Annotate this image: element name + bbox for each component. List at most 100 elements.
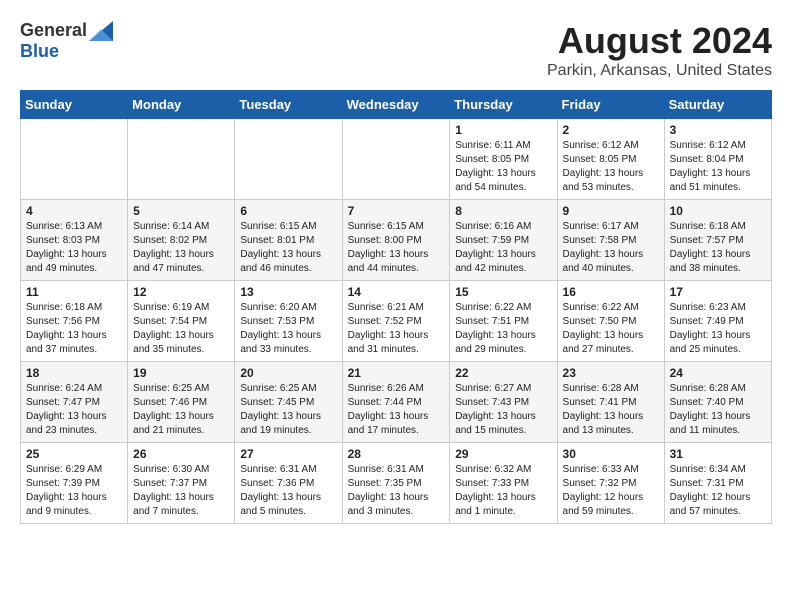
day-number: 9 [563, 204, 659, 218]
page-header: General Blue August 2024 Parkin, Arkansa… [20, 20, 772, 80]
day-number: 4 [26, 204, 122, 218]
calendar-cell: 19 Sunrise: 6:25 AMSunset: 7:46 PMDayligh… [128, 362, 235, 443]
day-info: Sunrise: 6:18 AMSunset: 7:57 PMDaylight:… [670, 220, 766, 276]
day-info: Sunrise: 6:22 AMSunset: 7:50 PMDaylight:… [563, 301, 659, 357]
weekday-header-monday: Monday [128, 91, 235, 119]
day-info: Sunrise: 6:28 AMSunset: 7:40 PMDaylight:… [670, 382, 766, 438]
day-number: 20 [240, 366, 336, 380]
day-info: Sunrise: 6:15 AMSunset: 8:01 PMDaylight:… [240, 220, 336, 276]
calendar-cell: 13 Sunrise: 6:20 AMSunset: 7:53 PMDayligh… [235, 281, 342, 362]
day-info: Sunrise: 6:25 AMSunset: 7:46 PMDaylight:… [133, 382, 229, 438]
day-number: 16 [563, 285, 659, 299]
day-number: 3 [670, 123, 766, 137]
day-number: 6 [240, 204, 336, 218]
day-info: Sunrise: 6:11 AMSunset: 8:05 PMDaylight:… [455, 139, 551, 195]
day-number: 11 [26, 285, 122, 299]
calendar-cell: 28Sunrise: 6:31 AMSunset: 7:35 PMDayligh… [342, 443, 450, 524]
calendar-cell: 24Sunrise: 6:28 AMSunset: 7:40 PMDayligh… [664, 362, 771, 443]
day-number: 27 [240, 447, 336, 461]
day-info: Sunrise: 6:12 AMSunset: 8:04 PMDaylight:… [670, 139, 766, 195]
calendar-cell: 31 Sunrise: 6:34 AMSunset: 7:31 PMDayligh… [664, 443, 771, 524]
location-subtitle: Parkin, Arkansas, United States [547, 62, 772, 80]
day-number: 19 [133, 366, 229, 380]
day-number: 8 [455, 204, 551, 218]
day-info: Sunrise: 6:32 AMSunset: 7:33 PMDaylight:… [455, 463, 551, 519]
calendar-cell: 27 Sunrise: 6:31 AMSunset: 7:36 PMDayligh… [235, 443, 342, 524]
day-number: 18 [26, 366, 122, 380]
calendar-cell: 17 Sunrise: 6:23 AMSunset: 7:49 PMDayligh… [664, 281, 771, 362]
day-number: 26 [133, 447, 229, 461]
calendar-cell: 14Sunrise: 6:21 AMSunset: 7:52 PMDayligh… [342, 281, 450, 362]
calendar-cell: 26 Sunrise: 6:30 AMSunset: 7:37 PMDayligh… [128, 443, 235, 524]
day-info: Sunrise: 6:24 AMSunset: 7:47 PMDaylight:… [26, 382, 122, 438]
day-info: Sunrise: 6:31 AMSunset: 7:36 PMDaylight:… [240, 463, 336, 519]
day-info: Sunrise: 6:22 AMSunset: 7:51 PMDaylight:… [455, 301, 551, 357]
day-number: 17 [670, 285, 766, 299]
day-info: Sunrise: 6:30 AMSunset: 7:37 PMDaylight:… [133, 463, 229, 519]
day-info: Sunrise: 6:33 AMSunset: 7:32 PMDaylight:… [563, 463, 659, 519]
calendar-cell: 20 Sunrise: 6:25 AMSunset: 7:45 PMDayligh… [235, 362, 342, 443]
day-number: 31 [670, 447, 766, 461]
calendar-week-row: 25 Sunrise: 6:29 AMSunset: 7:39 PMDayligh… [21, 443, 772, 524]
day-number: 1 [455, 123, 551, 137]
calendar-cell: 23 Sunrise: 6:28 AMSunset: 7:41 PMDayligh… [557, 362, 664, 443]
day-info: Sunrise: 6:17 AMSunset: 7:58 PMDaylight:… [563, 220, 659, 276]
day-number: 21 [348, 366, 445, 380]
day-number: 10 [670, 204, 766, 218]
day-number: 29 [455, 447, 551, 461]
calendar-cell: 4 Sunrise: 6:13 AMSunset: 8:03 PMDaylight… [21, 200, 128, 281]
calendar-cell: 9 Sunrise: 6:17 AMSunset: 7:58 PMDaylight… [557, 200, 664, 281]
calendar-week-row: 18 Sunrise: 6:24 AMSunset: 7:47 PMDayligh… [21, 362, 772, 443]
calendar-cell: 7Sunrise: 6:15 AMSunset: 8:00 PMDaylight… [342, 200, 450, 281]
logo-icon [89, 21, 113, 41]
day-number: 25 [26, 447, 122, 461]
day-info: Sunrise: 6:23 AMSunset: 7:49 PMDaylight:… [670, 301, 766, 357]
weekday-header-row: SundayMondayTuesdayWednesdayThursdayFrid… [21, 91, 772, 119]
title-area: August 2024 Parkin, Arkansas, United Sta… [547, 20, 772, 80]
day-number: 7 [348, 204, 445, 218]
calendar-cell [342, 119, 450, 200]
calendar-table: SundayMondayTuesdayWednesdayThursdayFrid… [20, 90, 772, 524]
day-info: Sunrise: 6:12 AMSunset: 8:05 PMDaylight:… [563, 139, 659, 195]
day-number: 14 [348, 285, 445, 299]
calendar-week-row: 11Sunrise: 6:18 AMSunset: 7:56 PMDayligh… [21, 281, 772, 362]
day-info: Sunrise: 6:34 AMSunset: 7:31 PMDaylight:… [670, 463, 766, 519]
calendar-week-row: 1 Sunrise: 6:11 AMSunset: 8:05 PMDaylight… [21, 119, 772, 200]
day-number: 5 [133, 204, 229, 218]
day-number: 22 [455, 366, 551, 380]
calendar-cell: 10 Sunrise: 6:18 AMSunset: 7:57 PMDayligh… [664, 200, 771, 281]
day-info: Sunrise: 6:25 AMSunset: 7:45 PMDaylight:… [240, 382, 336, 438]
weekday-header-tuesday: Tuesday [235, 91, 342, 119]
logo: General Blue [20, 20, 113, 62]
day-info: Sunrise: 6:16 AMSunset: 7:59 PMDaylight:… [455, 220, 551, 276]
calendar-cell: 8 Sunrise: 6:16 AMSunset: 7:59 PMDaylight… [450, 200, 557, 281]
calendar-cell: 11Sunrise: 6:18 AMSunset: 7:56 PMDayligh… [21, 281, 128, 362]
day-number: 23 [563, 366, 659, 380]
calendar-cell [235, 119, 342, 200]
day-number: 15 [455, 285, 551, 299]
day-info: Sunrise: 6:19 AMSunset: 7:54 PMDaylight:… [133, 301, 229, 357]
weekday-header-wednesday: Wednesday [342, 91, 450, 119]
day-info: Sunrise: 6:29 AMSunset: 7:39 PMDaylight:… [26, 463, 122, 519]
calendar-cell: 12Sunrise: 6:19 AMSunset: 7:54 PMDayligh… [128, 281, 235, 362]
weekday-header-thursday: Thursday [450, 91, 557, 119]
day-number: 2 [563, 123, 659, 137]
day-info: Sunrise: 6:28 AMSunset: 7:41 PMDaylight:… [563, 382, 659, 438]
calendar-cell: 21 Sunrise: 6:26 AMSunset: 7:44 PMDayligh… [342, 362, 450, 443]
calendar-cell: 29 Sunrise: 6:32 AMSunset: 7:33 PMDayligh… [450, 443, 557, 524]
calendar-cell: 5 Sunrise: 6:14 AMSunset: 8:02 PMDaylight… [128, 200, 235, 281]
calendar-cell [21, 119, 128, 200]
calendar-cell: 30Sunrise: 6:33 AMSunset: 7:32 PMDayligh… [557, 443, 664, 524]
logo-general-text: General [20, 20, 87, 41]
weekday-header-saturday: Saturday [664, 91, 771, 119]
day-info: Sunrise: 6:26 AMSunset: 7:44 PMDaylight:… [348, 382, 445, 438]
calendar-cell: 22 Sunrise: 6:27 AMSunset: 7:43 PMDayligh… [450, 362, 557, 443]
day-info: Sunrise: 6:13 AMSunset: 8:03 PMDaylight:… [26, 220, 122, 276]
day-number: 28 [348, 447, 445, 461]
day-info: Sunrise: 6:20 AMSunset: 7:53 PMDaylight:… [240, 301, 336, 357]
weekday-header-sunday: Sunday [21, 91, 128, 119]
calendar-cell: 1 Sunrise: 6:11 AMSunset: 8:05 PMDaylight… [450, 119, 557, 200]
day-number: 13 [240, 285, 336, 299]
day-info: Sunrise: 6:14 AMSunset: 8:02 PMDaylight:… [133, 220, 229, 276]
day-info: Sunrise: 6:27 AMSunset: 7:43 PMDaylight:… [455, 382, 551, 438]
